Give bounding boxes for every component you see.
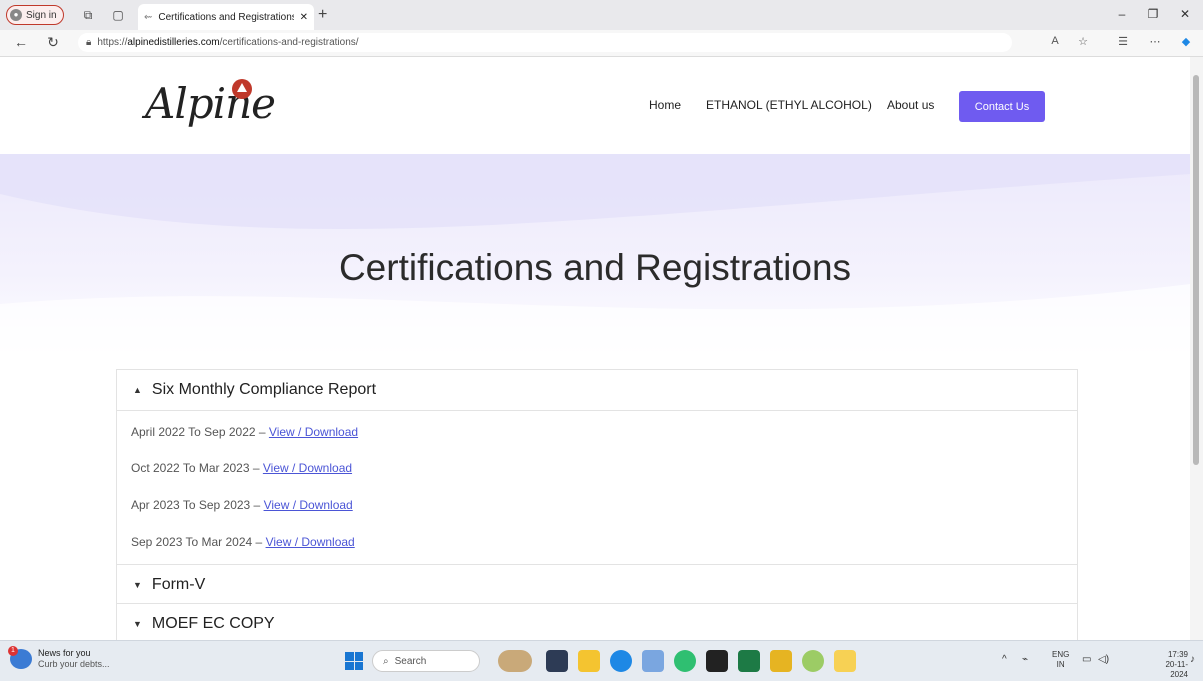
url-field[interactable]: 🔒︎ https://alpinedistilleries.com/certif… (78, 33, 1012, 52)
display-icon[interactable]: ▭ (1082, 654, 1091, 665)
task-view-icon[interactable] (546, 650, 568, 672)
refresh-icon[interactable]: ↻ (44, 34, 62, 51)
tab-certifications[interactable]: ⇜ Certifications and Registrations - ✕ (138, 4, 314, 30)
sticky-app-icon[interactable] (706, 650, 728, 672)
search-label: Search (394, 655, 427, 667)
list-item: Apr 2023 To Sep 2023 – View / Download (131, 498, 353, 512)
url-text: https://alpinedistilleries.com/certifica… (97, 37, 359, 48)
search-icon: ⌕ (383, 655, 389, 667)
list-item: Sep 2023 To Mar 2024 – View / Download (131, 535, 355, 549)
accordion-title: Form-V (151, 576, 206, 593)
chevron-up-icon[interactable]: ^ (1002, 654, 1007, 665)
news-subtitle: Curb your debts... (38, 659, 110, 669)
caret-down-icon: ▼ (133, 580, 142, 590)
logo-mark-icon (232, 79, 252, 99)
taskbar-search[interactable]: ⌕ Search (372, 650, 480, 672)
people-widget-icon[interactable] (498, 650, 532, 672)
page-title: Certifications and Registrations (338, 247, 852, 288)
close-tab-icon[interactable]: ✕ (300, 12, 308, 23)
view-download-link[interactable]: View / Download (266, 535, 355, 549)
profile-icon: ● (10, 9, 22, 21)
more-icon[interactable]: ⋯ (1146, 35, 1164, 48)
web-page: Alpine Home ETHANOL (ETHYL ALCOHOL) Abou… (0, 57, 1190, 640)
view-download-link[interactable]: View / Download (264, 498, 353, 512)
start-icon[interactable] (345, 652, 363, 670)
scrollbar-thumb[interactable] (1193, 75, 1199, 465)
caret-up-icon: ▲ (133, 385, 142, 395)
back-icon[interactable]: ← (12, 34, 30, 50)
notification-badge: 1 (8, 646, 18, 656)
sign-in-label: Sign in (26, 9, 57, 21)
accordion-title: Six Monthly Compliance Report (151, 381, 377, 398)
accordion-header-moef[interactable]: ▼ MOEF EC COPY (117, 604, 1077, 640)
app-icon-3[interactable] (802, 650, 824, 672)
news-title: News for you (38, 648, 91, 658)
view-download-link[interactable]: View / Download (269, 425, 358, 439)
edge-browser-icon[interactable] (610, 650, 632, 672)
nav-home[interactable]: Home (649, 98, 681, 112)
nav-about[interactable]: About us (887, 98, 934, 112)
favorites-icon[interactable]: ☰ (1114, 35, 1132, 48)
accordion-header-form-v[interactable]: ▼ Form-V (117, 565, 1077, 605)
read-aloud-icon[interactable]: A (1046, 35, 1064, 47)
accordion-moef[interactable]: ▼ MOEF EC COPY (116, 603, 1078, 640)
list-item: April 2022 To Sep 2022 – View / Download (131, 425, 359, 439)
minimize-icon[interactable]: – (1112, 7, 1132, 21)
accordion-form-v[interactable]: ▼ Form-V (116, 564, 1078, 604)
language-indicator[interactable]: ENG IN (1052, 650, 1069, 670)
list-item: Oct 2022 To Mar 2023 – View / Download (131, 461, 353, 475)
favorite-star-icon[interactable]: ☆ (1074, 35, 1092, 48)
lock-icon: 🔒︎ (86, 37, 92, 48)
copilot-icon[interactable]: ◆ (1177, 35, 1195, 48)
network-icon[interactable]: ⌁ (1022, 654, 1028, 665)
whatsapp-icon[interactable] (674, 650, 696, 672)
site-logo[interactable]: Alpine (145, 79, 276, 128)
caret-down-icon: ▼ (133, 619, 142, 629)
tab-actions-icon[interactable]: ▢ (110, 7, 126, 23)
news-widget[interactable]: 1 News for you Curb your debts... (8, 646, 110, 670)
page-favicon-icon: ⇜ (144, 11, 153, 23)
weather-news-icon: 1 (8, 646, 32, 669)
sign-in-button[interactable]: ● Sign in (6, 5, 64, 25)
app-icon-2[interactable] (770, 650, 792, 672)
restore-icon[interactable]: ❐ (1143, 7, 1163, 21)
nav-ethanol[interactable]: ETHANOL (ETHYL ALCOHOL) (706, 98, 872, 112)
system-clock[interactable]: 17:39 20-11-2024 (1148, 650, 1188, 680)
file-explorer-icon[interactable] (578, 650, 600, 672)
contact-us-button[interactable]: Contact Us (959, 91, 1045, 122)
close-window-icon[interactable]: ✕ (1175, 7, 1195, 21)
volume-icon[interactable]: ◁) (1098, 654, 1109, 665)
app-icon[interactable] (642, 650, 664, 672)
notification-bell-icon[interactable]: ♪ (1190, 654, 1195, 665)
accordion-header-compliance[interactable]: ▲ Six Monthly Compliance Report (117, 370, 1077, 411)
accordion-title: MOEF EC COPY (151, 615, 275, 632)
tab-title: Certifications and Registrations - (158, 11, 294, 23)
workspaces-icon[interactable]: ⧉ (80, 7, 96, 23)
new-tab-button[interactable]: + (318, 7, 327, 23)
view-download-link[interactable]: View / Download (263, 461, 352, 475)
app-icon-4[interactable] (834, 650, 856, 672)
excel-icon[interactable] (738, 650, 760, 672)
